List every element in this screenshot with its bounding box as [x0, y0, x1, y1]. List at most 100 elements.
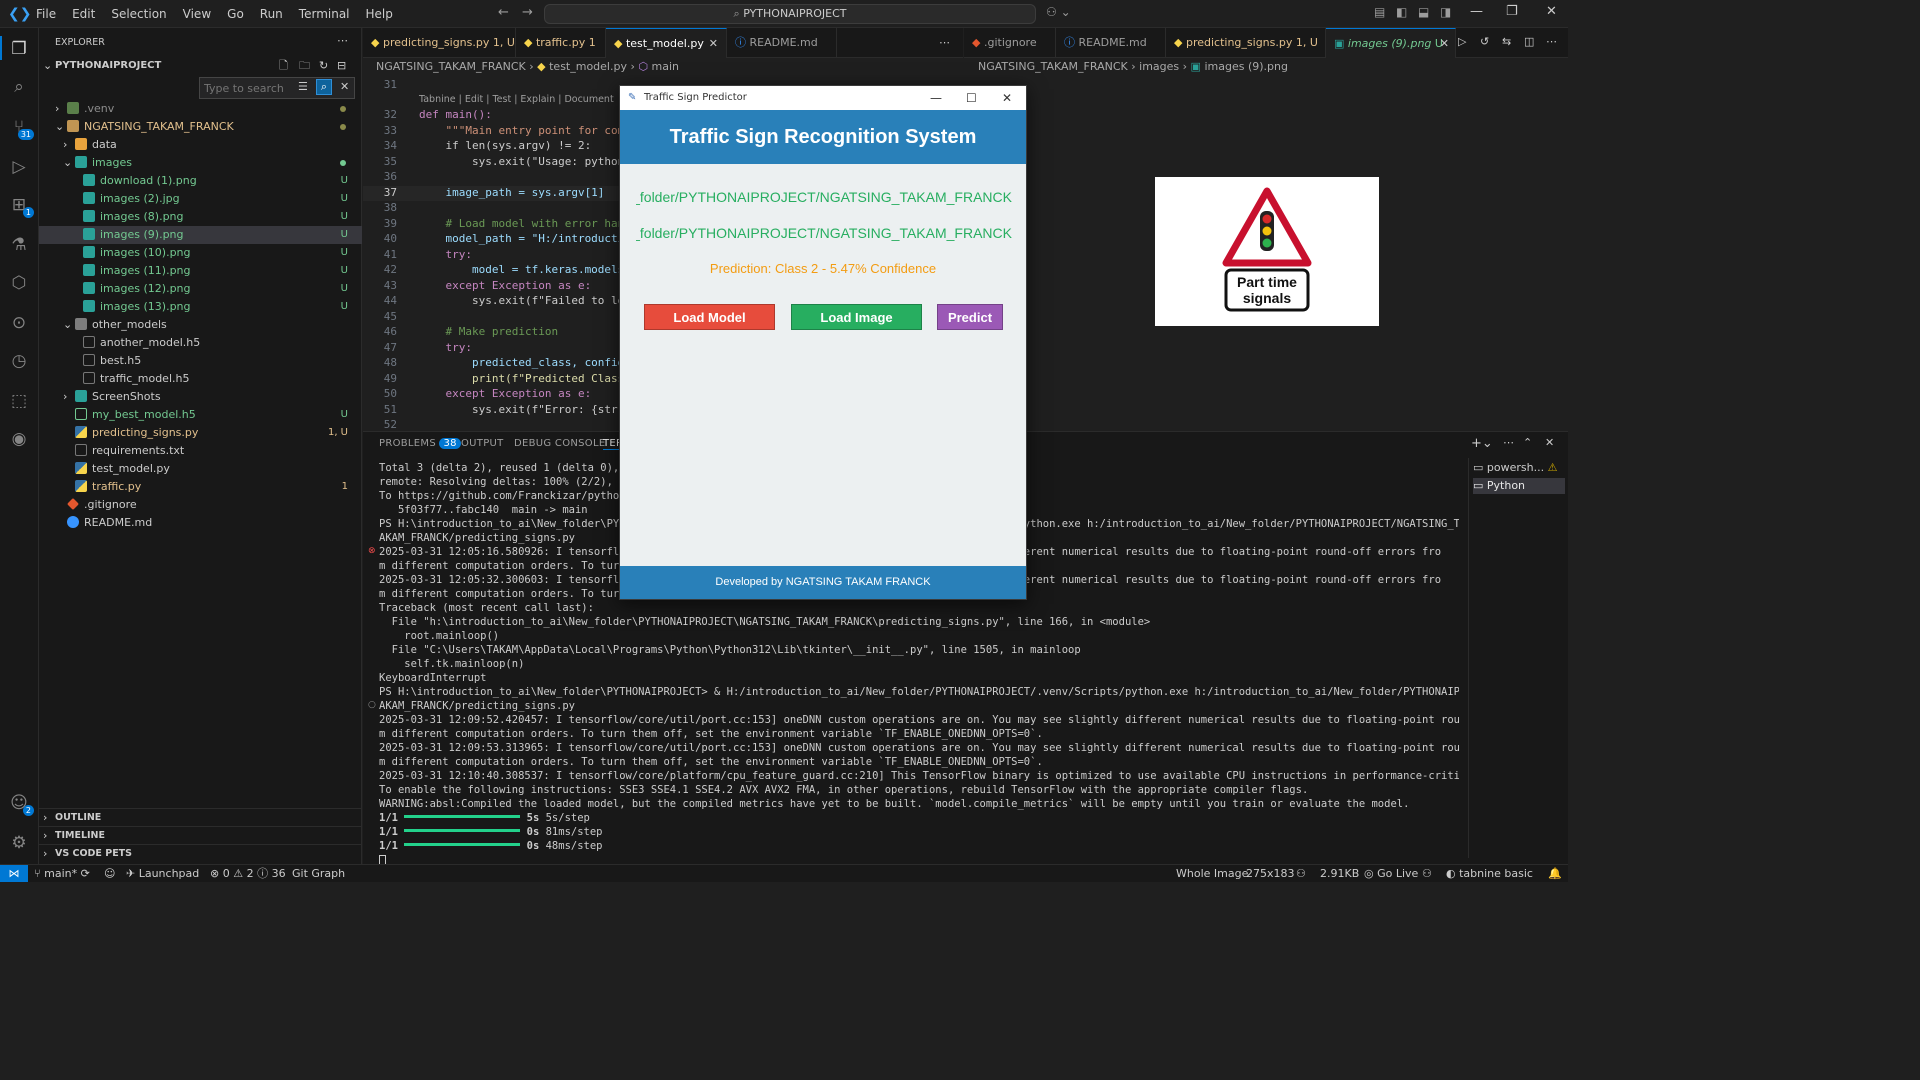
toggle-secondary-sidebar-icon[interactable]: ◨ [1440, 5, 1451, 19]
predict-button[interactable]: Predict [937, 304, 1003, 330]
tree-file[interactable]: my_best_model.h5 U [39, 406, 362, 424]
menu-go[interactable]: Go [219, 7, 252, 21]
refresh-icon[interactable]: ↻ [319, 57, 328, 75]
workspace-root[interactable]: ⌄ PYTHONAIPROJECT 🗋 🗀 ↻ ⊟ [39, 57, 362, 75]
tree-file[interactable]: predicting_signs.py 1, U [39, 424, 362, 442]
breadcrumb-folder[interactable]: NGATSING_TAKAM_FRANCK [978, 60, 1128, 73]
menu-view[interactable]: View [175, 7, 219, 21]
tree-folder-venv[interactable]: › .venv [39, 100, 362, 118]
git-graph-item[interactable]: Git Graph [292, 865, 345, 882]
account-icon[interactable]: ☺ [104, 865, 115, 882]
tree-file[interactable]: .gitignore [39, 496, 362, 514]
split-editor-icon[interactable]: ◫ [1524, 35, 1534, 48]
terminal-entry-powershell[interactable]: ▭ powersh... ⚠ [1473, 460, 1565, 476]
tree-folder-other-models[interactable]: ⌄ other_models [39, 316, 362, 334]
tab-debug-console[interactable]: DEBUG CONSOLE [514, 438, 605, 449]
settings-gear-icon[interactable]: ⚙ [8, 832, 30, 854]
run-debug-icon[interactable]: ▷ [8, 156, 30, 178]
maximize-panel-icon[interactable]: ⌃ [1523, 436, 1532, 449]
tree-file[interactable]: images (12).png U [39, 280, 362, 298]
tab-problems[interactable]: PROBLEMS 38 [379, 438, 461, 449]
tree-folder-data[interactable]: › data [39, 136, 362, 154]
app-minimize-icon[interactable]: — [930, 86, 942, 110]
breadcrumb-symbol[interactable]: main [652, 60, 679, 73]
tree-file[interactable]: traffic.py 1 [39, 478, 362, 496]
breadcrumb-folder[interactable]: images [1139, 60, 1179, 73]
whole-image-item[interactable]: Whole Image [1176, 865, 1248, 882]
copilot-status-icon[interactable]: ⚇ [1422, 865, 1432, 882]
history-icon[interactable]: ↺ [1480, 35, 1489, 48]
toggle-sidebar-icon[interactable]: ◧ [1396, 5, 1407, 19]
tree-folder-project[interactable]: ⌄ NGATSING_TAKAM_FRANCK [39, 118, 362, 136]
tab-predicting-signs-right[interactable]: ◆ predicting_signs.py 1, U [1166, 28, 1326, 58]
tree-file[interactable]: traffic_model.h5 [39, 370, 362, 388]
breadcrumb-file[interactable]: images (9).png [1204, 60, 1288, 73]
tab-close-icon[interactable]: ✕ [1440, 29, 1449, 59]
tree-file[interactable]: README.md [39, 514, 362, 532]
tab-gitignore[interactable]: ◆ .gitignore [964, 28, 1056, 58]
toggle-panel-icon[interactable]: ⬓ [1418, 5, 1429, 19]
tab-predicting-signs[interactable]: ◆ predicting_signs.py 1, U [363, 28, 516, 58]
timeline-section[interactable]: › TIMELINE [39, 826, 362, 844]
tree-folder-images[interactable]: ⌄ images [39, 154, 362, 172]
breadcrumb-folder[interactable]: NGATSING_TAKAM_FRANCK [376, 60, 526, 73]
copilot-icon[interactable]: ⚇ ⌄ [1046, 5, 1071, 19]
new-terminal-icon[interactable]: +⌄ [1471, 436, 1493, 451]
accounts-icon[interactable]: ☺ 2 [8, 792, 34, 816]
load-model-button[interactable]: Load Model [644, 304, 775, 330]
more-tabs-icon[interactable]: ⋯ [939, 36, 950, 49]
explorer-icon[interactable]: ❐ [8, 38, 30, 60]
app-close-icon[interactable]: ✕ [1002, 86, 1012, 110]
copilot-chat-icon[interactable]: ⬚ [8, 390, 30, 412]
menu-edit[interactable]: Edit [64, 7, 103, 21]
close-panel-icon[interactable]: ✕ [1545, 436, 1554, 449]
branch-item[interactable]: ⑂ main* ⟳ [34, 865, 90, 882]
outline-section[interactable]: › OUTLINE [39, 808, 362, 826]
more-actions-icon[interactable]: ⋯ [337, 34, 348, 47]
tab-test-model[interactable]: ◆ test_model.py ✕ [606, 28, 727, 58]
remote-explorer-icon[interactable]: ⬡ [8, 272, 30, 294]
remote-indicator-icon[interactable]: ⋈ [0, 865, 28, 882]
go-live-item[interactable]: ◎ Go Live [1364, 865, 1418, 882]
tree-file[interactable]: images (11).png U [39, 262, 362, 280]
codelens[interactable]: Tabnine | Edit | Test | Explain | Docume… [419, 94, 614, 105]
minimize-icon[interactable]: — [1470, 4, 1483, 19]
tree-file[interactable]: requirements.txt [39, 442, 362, 460]
collapse-all-icon[interactable]: ⊟ [337, 57, 346, 75]
menu-terminal[interactable]: Terminal [291, 7, 358, 21]
tree-file[interactable]: images (2).jpg U [39, 190, 362, 208]
tree-file-selected[interactable]: images (9).png U [39, 226, 362, 244]
back-arrow-icon[interactable]: ← [498, 5, 509, 20]
launchpad-item[interactable]: ✈ Launchpad [126, 865, 199, 882]
more-actions-icon[interactable]: ⋯ [1503, 436, 1514, 449]
tab-close-icon[interactable]: ✕ [709, 29, 718, 59]
tree-file[interactable]: images (8).png U [39, 208, 362, 226]
menu-selection[interactable]: Selection [103, 7, 174, 21]
menu-run[interactable]: Run [252, 7, 291, 21]
layout-toggle-icon[interactable]: ▤ [1374, 5, 1385, 19]
new-folder-icon[interactable]: 🗀 [299, 57, 310, 75]
tree-file[interactable]: best.h5 [39, 352, 362, 370]
tabnine-item[interactable]: ◐ tabnine basic [1446, 865, 1533, 882]
explorer-search-input[interactable] [204, 80, 294, 96]
search-icon[interactable]: ⌕ [8, 76, 30, 98]
close-icon[interactable]: ✕ [1546, 4, 1557, 19]
filter-icon[interactable]: ☰ [298, 80, 308, 93]
timeline-icon[interactable]: ◷ [8, 350, 30, 372]
source-control-icon[interactable]: ⑂ 31 [8, 116, 34, 140]
tree-file[interactable]: another_model.h5 [39, 334, 362, 352]
tree-file[interactable]: download (1).png U [39, 172, 362, 190]
terminal-entry-python[interactable]: ▭ Python [1473, 478, 1565, 494]
broadcast-icon[interactable]: ⚇ [1296, 865, 1306, 882]
forward-arrow-icon[interactable]: → [522, 5, 533, 20]
tab-image-9[interactable]: ▣ images (9).png U ✕ [1326, 28, 1456, 58]
vscode-pets-section[interactable]: › VS CODE PETS [39, 844, 362, 862]
load-image-button[interactable]: Load Image [791, 304, 922, 330]
tree-file[interactable]: images (10).png U [39, 244, 362, 262]
breadcrumb-file[interactable]: test_model.py [549, 60, 627, 73]
edge-devtools-icon[interactable]: ◉ [8, 428, 30, 450]
run-icon[interactable]: ▷ [1458, 35, 1466, 48]
restore-icon[interactable]: ❐ [1506, 4, 1518, 19]
fuzzy-match-icon[interactable]: ⌕ [316, 79, 332, 95]
menu-file[interactable]: File [28, 7, 64, 21]
